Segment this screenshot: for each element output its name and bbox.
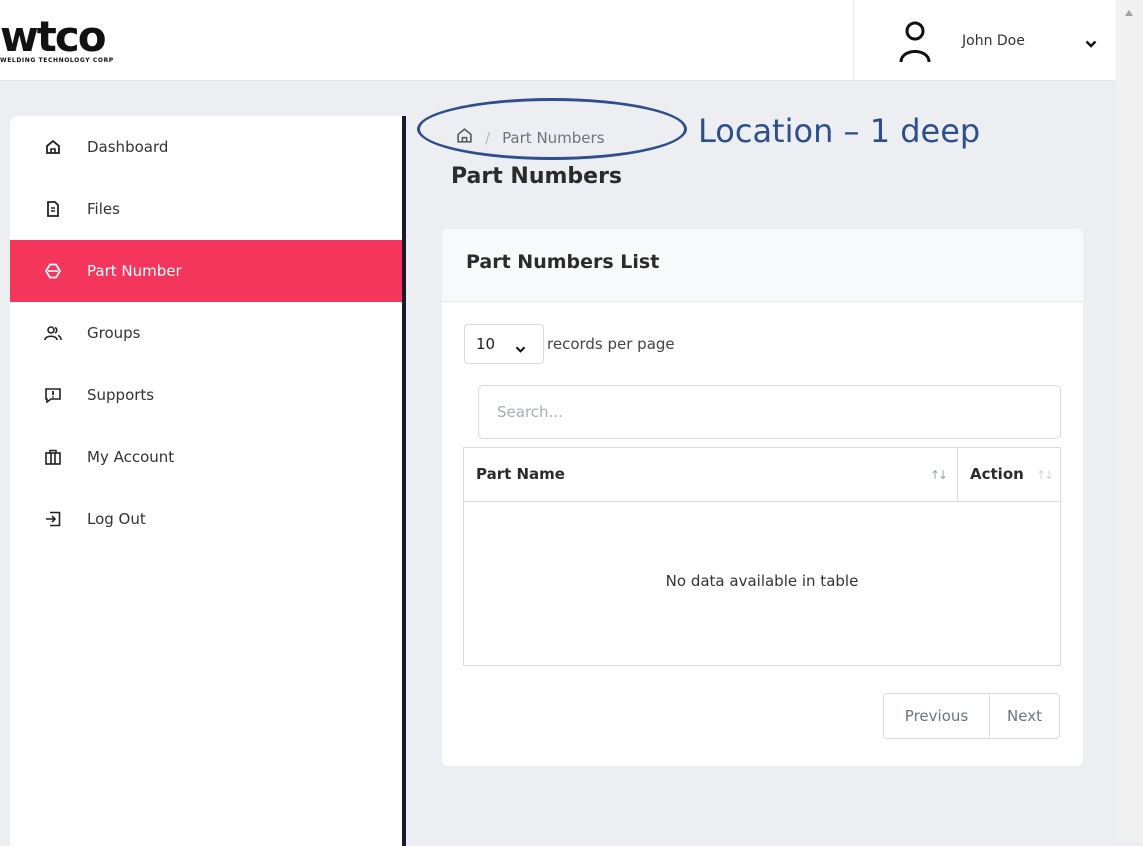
sidebar-item-files[interactable]: Files: [10, 178, 402, 240]
sidebar-item-label: Part Number: [87, 262, 182, 280]
sidebar-item-label: Dashboard: [87, 138, 169, 156]
user-menu[interactable]: John Doe: [853, 0, 1117, 80]
logout-icon: [44, 510, 62, 528]
user-name[interactable]: John Doe: [962, 33, 1025, 49]
briefcase-icon: [44, 448, 62, 466]
logo-wordmark: wtco: [0, 12, 107, 61]
part-numbers-table: Part Name ↑↓ Action ↑↓ No data available…: [463, 447, 1061, 666]
card-title: Part Numbers List: [466, 251, 660, 273]
logo[interactable]: wtco WELDING TECHNOLOGY CORP: [0, 12, 114, 65]
column-header-action[interactable]: Action ↑↓: [958, 448, 1060, 501]
table-header-row: Part Name ↑↓ Action ↑↓: [464, 448, 1060, 502]
sidebar-item-supports[interactable]: Supports: [10, 364, 402, 426]
file-icon: [44, 200, 62, 218]
sidebar: Dashboard Files Part Number Groups Suppo…: [10, 116, 406, 846]
logo-tagline: WELDING TECHNOLOGY CORP: [0, 57, 114, 64]
sidebar-item-label: My Account: [87, 448, 175, 466]
sidebar-item-label: Groups: [87, 324, 141, 342]
chevron-down-icon: [515, 339, 526, 358]
top-header: wtco WELDING TECHNOLOGY CORP John Doe: [0, 0, 1117, 81]
annotation-label: Location – 1 deep: [698, 112, 981, 150]
pagination: Previous Next: [883, 693, 1060, 739]
sidebar-item-groups[interactable]: Groups: [10, 302, 402, 364]
page-length-select[interactable]: 10: [464, 324, 544, 364]
part-icon: [44, 262, 62, 280]
card-header: Part Numbers List: [442, 229, 1083, 302]
empty-table-message: No data available in table: [665, 572, 859, 590]
sidebar-item-dashboard[interactable]: Dashboard: [10, 116, 402, 178]
annotation-ellipse: [417, 98, 687, 160]
sidebar-item-label: Files: [87, 200, 120, 218]
scroll-up-arrow-icon[interactable]: [1125, 10, 1133, 16]
sort-icon[interactable]: ↑↓: [930, 468, 948, 482]
next-button[interactable]: Next: [990, 694, 1059, 738]
user-avatar-icon: [898, 20, 932, 68]
sidebar-item-log-out[interactable]: Log Out: [10, 488, 402, 550]
users-icon: [44, 324, 62, 342]
column-header-part-name[interactable]: Part Name ↑↓: [464, 448, 958, 501]
page-length-value: 10: [476, 335, 496, 353]
part-numbers-card: Part Numbers List 10 records per page Pa…: [442, 229, 1083, 766]
sort-icon[interactable]: ↑↓: [1036, 468, 1054, 482]
sidebar-item-label: Supports: [87, 386, 155, 404]
page-scrollbar[interactable]: [1116, 0, 1143, 841]
home-icon: [44, 138, 62, 156]
sidebar-item-label: Log Out: [87, 510, 146, 528]
table-row: No data available in table: [464, 502, 1060, 665]
sidebar-item-my-account[interactable]: My Account: [10, 426, 402, 488]
search-input[interactable]: [478, 385, 1061, 439]
column-header-label: Part Name: [476, 465, 565, 483]
page-length-label: records per page: [547, 335, 675, 353]
chevron-down-icon[interactable]: [1085, 34, 1097, 53]
message-alert-icon: [44, 386, 62, 404]
page-title: Part Numbers: [451, 164, 623, 189]
sidebar-item-part-number[interactable]: Part Number: [10, 240, 402, 302]
column-header-label: Action: [970, 465, 1024, 483]
previous-button[interactable]: Previous: [884, 694, 990, 738]
